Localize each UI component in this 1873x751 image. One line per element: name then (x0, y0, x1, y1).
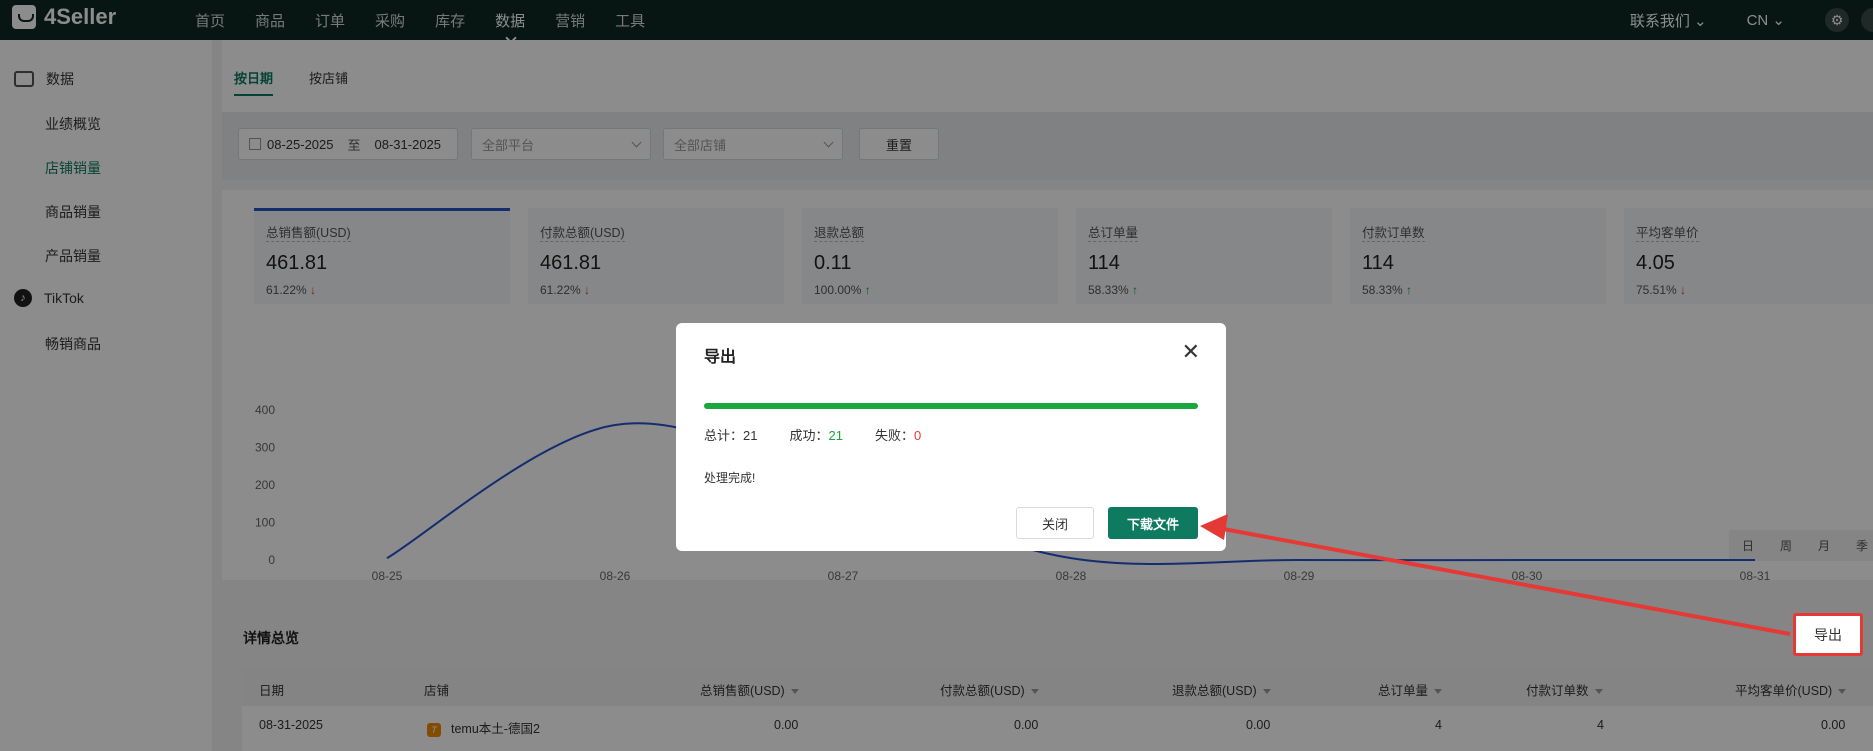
stat-fail: 失败：0 (874, 428, 922, 443)
download-button-label: 下载文件 (1126, 516, 1179, 532)
close-icon[interactable]: ✕ (1182, 341, 1200, 363)
export-progress-bar (704, 403, 1198, 409)
export-stats: 总计：21 成功：21 失败：0 (704, 425, 953, 444)
stat-total: 总计：21 (704, 428, 758, 443)
close-button-label: 关闭 (1041, 516, 1068, 532)
export-button-label: 导出 (1814, 626, 1842, 643)
status-message: 处理完成! (704, 471, 756, 485)
dialog-title: 导出 (704, 349, 737, 366)
export-dialog: 导出 ✕ 总计：21 成功：21 失败：0 处理完成! 关闭 下载文件 (676, 323, 1226, 551)
download-file-button[interactable]: 下载文件 (1108, 507, 1198, 539)
progress-fill (704, 403, 1198, 409)
close-button[interactable]: 关闭 (1016, 507, 1094, 539)
stat-success: 成功：21 (789, 428, 843, 443)
export-button[interactable]: 导出 (1793, 613, 1863, 656)
